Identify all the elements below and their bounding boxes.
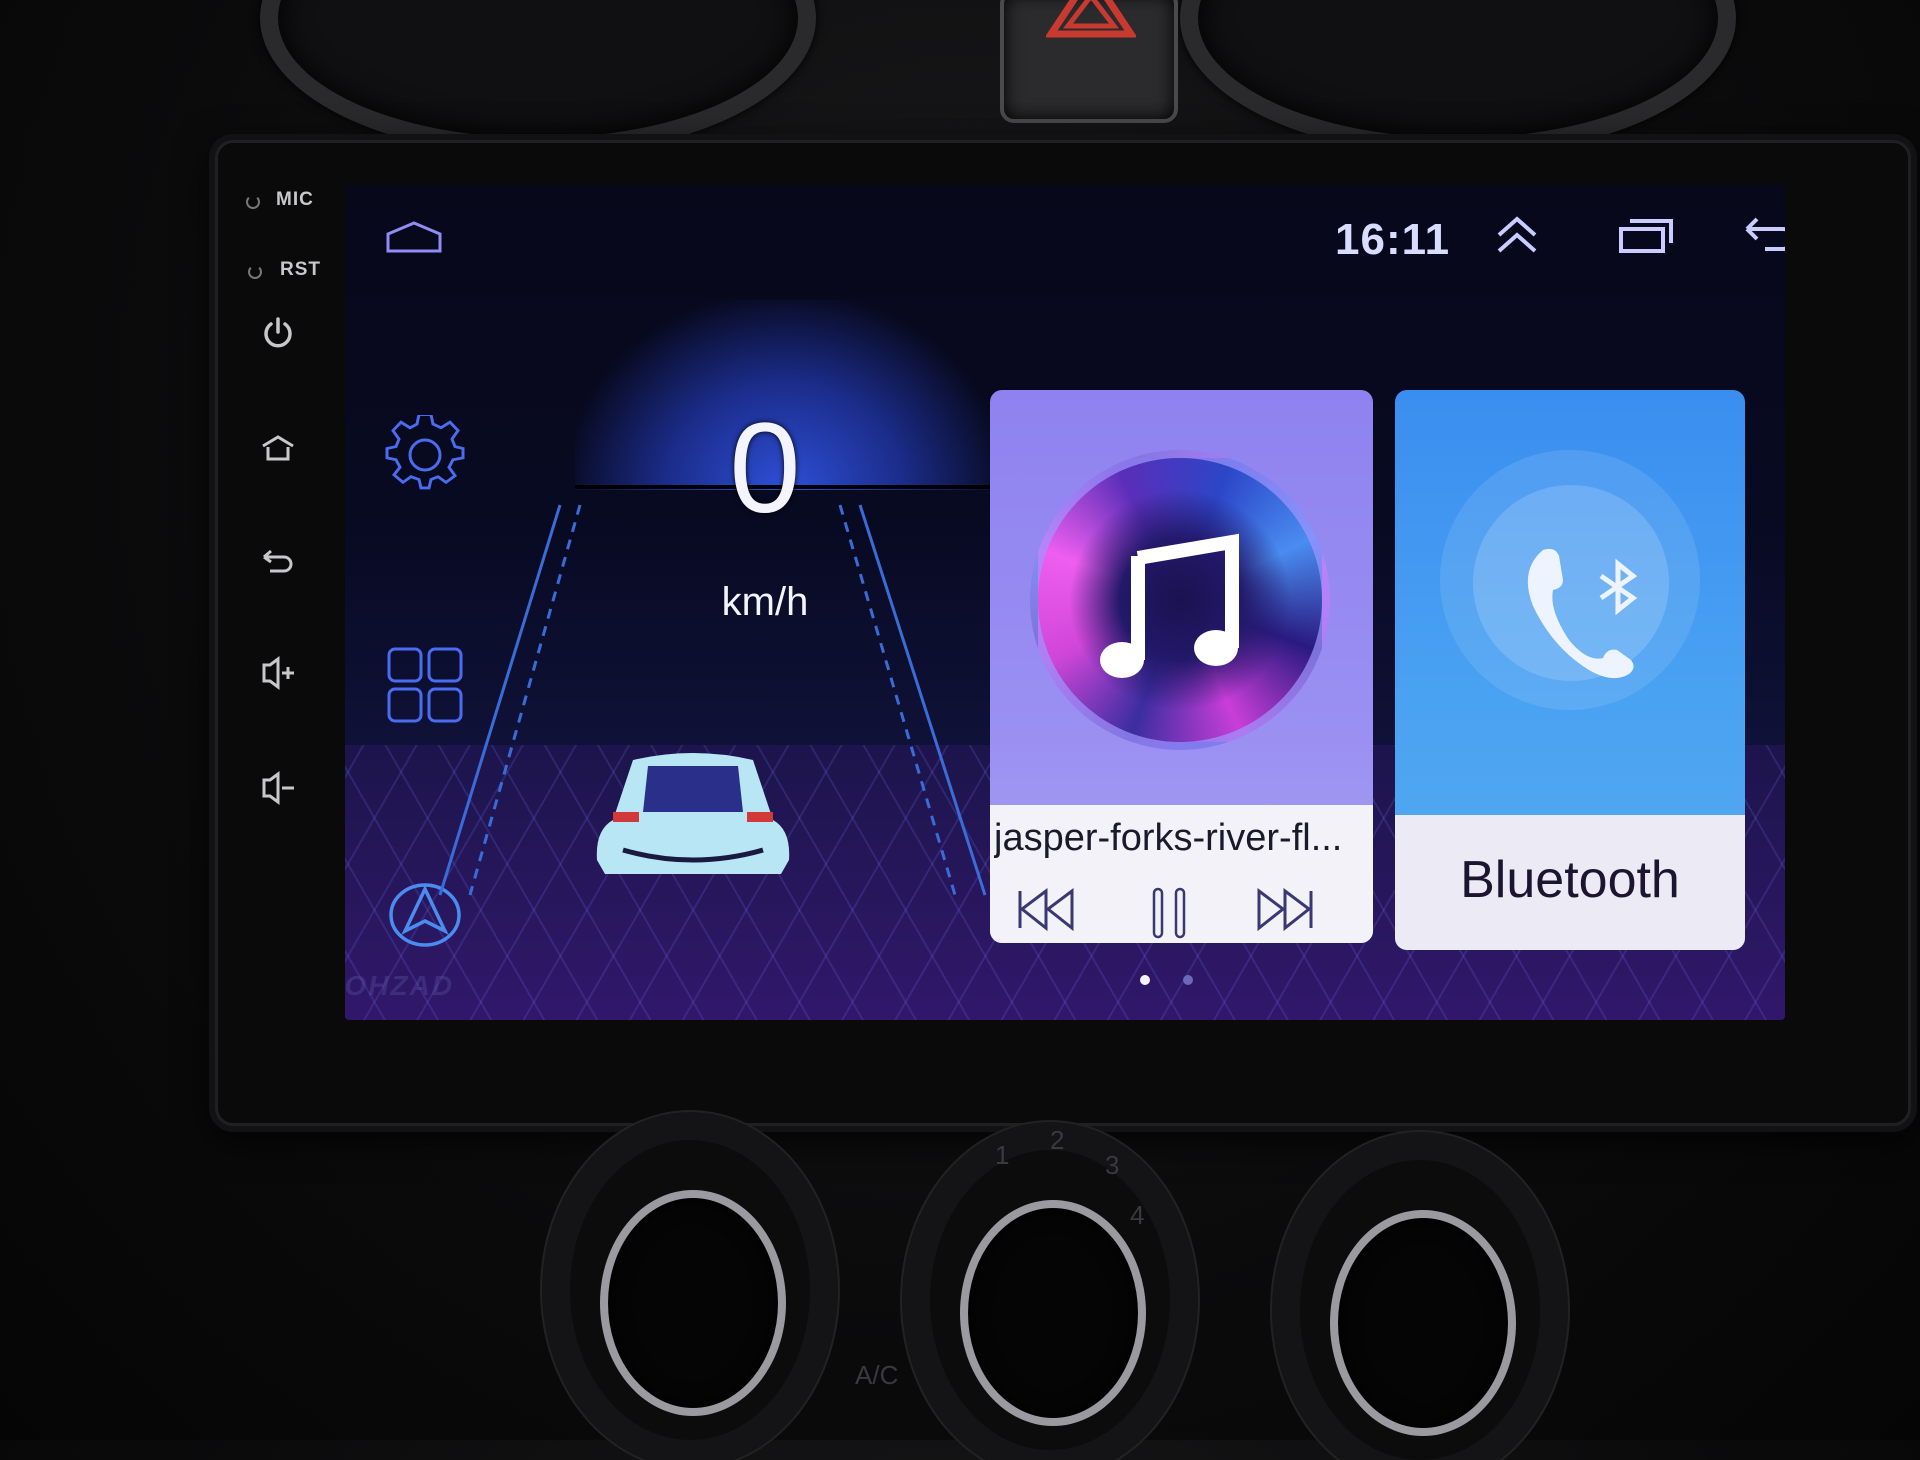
bluetooth-card[interactable]: Bluetooth [1395, 390, 1745, 950]
home-icon[interactable] [260, 430, 296, 466]
temperature-knob[interactable] [570, 1140, 810, 1440]
rst-label: RST [280, 259, 321, 280]
reset-hole[interactable] [248, 265, 262, 279]
volume-down-icon[interactable] [260, 770, 296, 806]
page-indicator-active[interactable] [1140, 975, 1150, 985]
fan-speed-knob[interactable] [930, 1150, 1170, 1450]
back-icon[interactable] [260, 545, 296, 581]
mic-hole [246, 195, 260, 209]
speed-unit: km/h [721, 580, 809, 624]
track-title: jasper-forks-river-fl... [994, 817, 1343, 859]
climate-controls: 1 2 3 4 A/C [540, 1120, 1560, 1460]
mic-label: MIC [276, 189, 314, 210]
fan-speed-2: 2 [1050, 1125, 1065, 1155]
left-air-vent [260, 0, 816, 156]
bt-label-panel: Bluetooth [1395, 815, 1745, 950]
hardware-button-column: MIC RST [232, 175, 322, 815]
page-indicator-inactive[interactable] [1183, 975, 1193, 985]
right-air-vent [1180, 0, 1736, 156]
fan-speed-1: 1 [995, 1140, 1010, 1170]
speed-value: 0 [729, 397, 801, 540]
hazard-triangle-icon [1046, 0, 1136, 38]
hazard-button[interactable] [1000, 0, 1178, 123]
volume-up-icon[interactable] [260, 655, 296, 691]
music-info-panel: jasper-forks-river-fl... [990, 805, 1373, 943]
next-track-icon[interactable] [1255, 887, 1315, 932]
car-icon [596, 753, 790, 874]
pause-icon[interactable] [1150, 887, 1190, 939]
bluetooth-label: Bluetooth [1460, 851, 1680, 909]
music-card[interactable]: jasper-forks-river-fl... [990, 390, 1373, 943]
bluetooth-icon [1599, 558, 1638, 616]
brand-watermark: IIOHZAD [345, 970, 455, 1001]
fan-speed-4: 4 [1130, 1200, 1145, 1230]
fan-speed-3: 3 [1105, 1150, 1120, 1180]
ac-label[interactable]: A/C [855, 1360, 898, 1391]
touchscreen: 16:11 0 km/h OHZAD jasper-forks-river-fl… [345, 185, 1785, 1020]
power-icon[interactable] [260, 315, 296, 351]
music-note-icon [1100, 533, 1239, 678]
air-direction-knob[interactable] [1300, 1160, 1540, 1460]
previous-track-icon[interactable] [1016, 887, 1076, 932]
